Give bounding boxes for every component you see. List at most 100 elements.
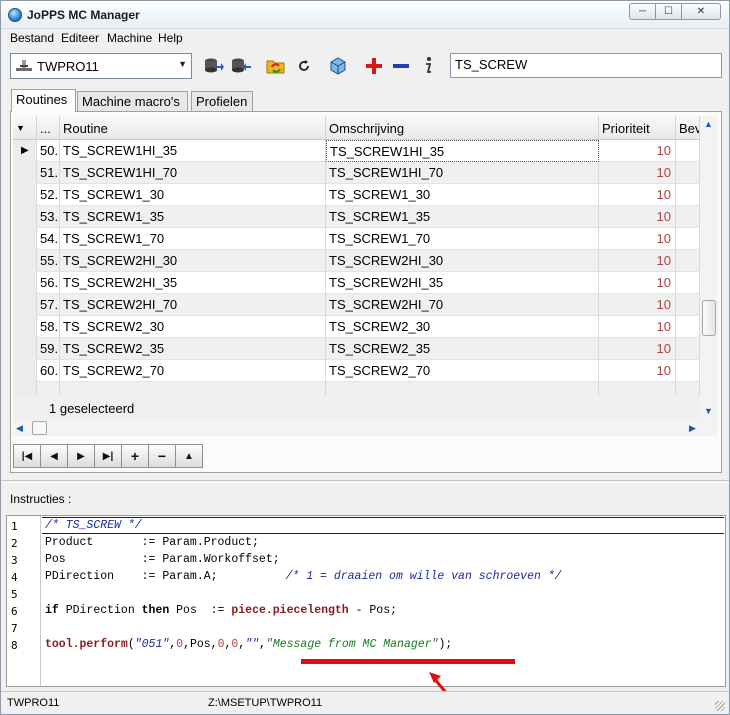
row-prioriteit[interactable]: 10 [599,206,676,228]
tab-machine-macros[interactable]: Machine macro's [77,91,188,111]
machine-select[interactable]: TWPRO11 ▼ [10,53,192,79]
menu-help[interactable]: Help [158,31,183,45]
splitter[interactable] [1,480,729,483]
tab-profielen[interactable]: Profielen [191,91,253,111]
row-routine[interactable]: TS_SCREW1HI_70 [60,162,326,184]
row-omschrijving[interactable]: TS_SCREW2_30 [326,316,599,338]
table-row[interactable]: 54. TS_SCREW1_70 TS_SCREW1_70 10 [13,228,700,250]
row-omschrijving-editor[interactable]: TS_SCREW1HI_35 [326,140,599,162]
table-row[interactable]: 56. TS_SCREW2HI_35 TS_SCREW2HI_35 10 [13,272,700,294]
row-omschrijving[interactable]: TS_SCREW1_35 [326,206,599,228]
row-prioriteit[interactable]: 10 [599,316,676,338]
menu-machine[interactable]: Machine [107,31,152,45]
search-input[interactable]: TS_SCREW [450,53,722,78]
table-row[interactable]: ▶ 50. TS_SCREW1HI_35 TS_SCREW1HI_35 10 [13,140,700,162]
column-header-omschrijving[interactable]: Omschrijving [326,116,599,140]
row-omschrijving[interactable]: TS_SCREW2HI_35 [326,272,599,294]
row-prioriteit[interactable]: 10 [599,272,676,294]
row-omschrijving[interactable]: TS_SCREW1_30 [326,184,599,206]
row-prioriteit[interactable]: 10 [599,184,676,206]
row-prioriteit[interactable]: 10 [599,228,676,250]
column-header-bev[interactable]: Bev [676,116,700,140]
row-routine[interactable]: TS_SCREW2_35 [60,338,326,360]
info-button[interactable] [417,55,439,77]
row-omschrijving[interactable] [326,382,599,396]
horizontal-scroll-thumb[interactable] [32,421,47,435]
scroll-up-icon[interactable]: ▲ [704,119,713,129]
export-button[interactable] [230,55,252,77]
column-header-routine[interactable]: Routine [60,116,326,140]
last-record-button[interactable]: ▶| [94,444,122,468]
table-row[interactable]: 59. TS_SCREW2_35 TS_SCREW2_35 10 [13,338,700,360]
row-routine[interactable]: TS_SCREW2_70 [60,360,326,382]
close-button[interactable]: ✕ [681,3,721,20]
row-bev[interactable] [676,382,700,396]
vertical-scroll-thumb[interactable] [702,300,716,336]
menu-bestand[interactable]: Bestand [10,31,54,45]
row-routine[interactable] [60,382,326,396]
tab-routines[interactable]: Routines [11,89,76,112]
row-prioriteit[interactable] [599,382,676,396]
maximize-button[interactable]: ☐ [655,3,682,20]
minimize-button[interactable]: ─ [629,3,656,20]
insert-record-button[interactable]: + [121,444,149,468]
row-bev[interactable] [676,206,700,228]
prior-record-button[interactable]: ◀ [40,444,68,468]
row-bev[interactable] [676,316,700,338]
row-routine[interactable]: TS_SCREW2HI_30 [60,250,326,272]
scroll-down-icon[interactable]: ▼ [704,406,713,416]
row-omschrijving[interactable]: TS_SCREW2HI_30 [326,250,599,272]
grid-horizontal-scrollbar[interactable]: ◀ ▶ [13,420,718,436]
table-row[interactable]: 52. TS_SCREW1_30 TS_SCREW1_30 10 [13,184,700,206]
scroll-left-icon[interactable]: ◀ [16,423,23,434]
table-row[interactable]: 60. TS_SCREW2_70 TS_SCREW2_70 10 [13,360,700,382]
row-routine[interactable]: TS_SCREW1_30 [60,184,326,206]
table-row[interactable]: 58. TS_SCREW2_30 TS_SCREW2_30 10 [13,316,700,338]
row-prioriteit[interactable]: 10 [599,140,676,162]
refresh-button[interactable] [293,55,315,77]
row-bev[interactable] [676,250,700,272]
scroll-right-icon[interactable]: ▶ [689,423,696,434]
row-omschrijving[interactable]: TS_SCREW2_70 [326,360,599,382]
menu-editeer[interactable]: Editeer [61,31,99,45]
routines-grid[interactable]: ▼ ... Routine Omschrijving Prioriteit Be… [13,116,700,396]
row-bev[interactable] [676,140,700,162]
row-prioriteit[interactable]: 10 [599,162,676,184]
row-bev[interactable] [676,162,700,184]
add-button[interactable] [363,55,385,77]
row-bev[interactable] [676,294,700,316]
row-prioriteit[interactable]: 10 [599,360,676,382]
row-bev[interactable] [676,272,700,294]
resize-grip-icon[interactable] [715,701,725,711]
column-header-nr[interactable]: ... [37,116,60,140]
row-prioriteit[interactable]: 10 [599,294,676,316]
row-routine[interactable]: TS_SCREW2HI_35 [60,272,326,294]
row-omschrijving[interactable]: TS_SCREW2HI_70 [326,294,599,316]
next-record-button[interactable]: ▶ [67,444,95,468]
row-omschrijving[interactable]: TS_SCREW2_35 [326,338,599,360]
row-omschrijving[interactable]: TS_SCREW1_70 [326,228,599,250]
table-row[interactable]: 57. TS_SCREW2HI_70 TS_SCREW2HI_70 10 [13,294,700,316]
row-bev[interactable] [676,360,700,382]
folder-refresh-button[interactable] [265,55,287,77]
row-prioriteit[interactable]: 10 [599,250,676,272]
column-menu-icon[interactable]: ▼ [13,116,37,140]
table-row-partial[interactable] [13,382,700,396]
row-routine[interactable]: TS_SCREW1_35 [60,206,326,228]
table-row[interactable]: 55. TS_SCREW2HI_30 TS_SCREW2HI_30 10 [13,250,700,272]
row-routine[interactable]: TS_SCREW1_70 [60,228,326,250]
row-prioriteit[interactable]: 10 [599,338,676,360]
row-routine[interactable]: TS_SCREW2HI_70 [60,294,326,316]
row-bev[interactable] [676,338,700,360]
row-bev[interactable] [676,184,700,206]
column-header-prioriteit[interactable]: Prioriteit [599,116,676,140]
row-routine[interactable]: TS_SCREW1HI_35 [60,140,326,162]
package-button[interactable] [327,55,349,77]
import-button[interactable] [203,55,225,77]
delete-record-button[interactable]: − [148,444,176,468]
table-row[interactable]: 51. TS_SCREW1HI_70 TS_SCREW1HI_70 10 [13,162,700,184]
grid-vertical-scrollbar[interactable]: ▲ ▼ [700,116,718,420]
row-omschrijving[interactable]: TS_SCREW1HI_70 [326,162,599,184]
first-record-button[interactable]: |◀ [13,444,41,468]
row-routine[interactable]: TS_SCREW2_30 [60,316,326,338]
